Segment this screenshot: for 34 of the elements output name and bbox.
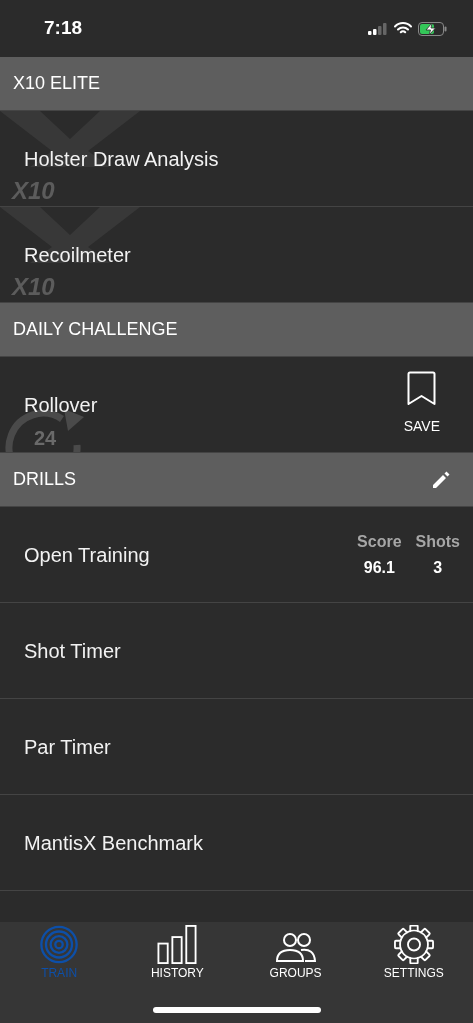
tab-item[interactable]: GROUPS xyxy=(245,925,346,980)
status-time: 7:18 xyxy=(44,16,83,41)
row-label: Shot Timer xyxy=(24,638,121,664)
tab-item[interactable]: HISTORY xyxy=(127,925,228,980)
section-title: DRILLS xyxy=(13,468,77,491)
stat-value: 3 xyxy=(433,557,443,578)
bar-chart-icon xyxy=(156,925,199,964)
pencil-icon xyxy=(431,469,451,490)
list-row[interactable]: Shot Timer xyxy=(0,603,473,699)
gear-icon xyxy=(392,925,435,964)
badge-number: 24 xyxy=(34,427,57,449)
bookmark-icon xyxy=(407,370,437,406)
tab-item[interactable]: SETTINGS xyxy=(363,925,464,980)
wifi-icon xyxy=(394,22,412,35)
stat-value: 96.1 xyxy=(363,557,395,578)
section-title: X10 ELITE xyxy=(13,72,101,95)
list-row[interactable]: MantisX Benchmark xyxy=(0,795,473,891)
row-label: Par Timer xyxy=(24,734,111,760)
row-label: Open Training xyxy=(24,542,150,568)
row-label: MantisX Benchmark xyxy=(24,830,203,856)
save-button[interactable]: SAVE xyxy=(403,370,440,437)
row-label: Rollover xyxy=(24,392,98,418)
row-label: Recoilmeter xyxy=(24,242,131,268)
list-row[interactable]: Par Timer xyxy=(0,699,473,795)
target-icon xyxy=(38,925,81,964)
people-icon xyxy=(275,930,316,964)
edit-button[interactable] xyxy=(431,469,451,490)
stat-label: Score xyxy=(357,531,402,552)
signal-icon xyxy=(368,22,388,35)
section-title: DAILY CHALLENGE xyxy=(13,318,178,341)
row-label: Holster Draw Analysis xyxy=(24,146,219,172)
stat-label: Shots xyxy=(415,531,460,552)
battery-charging-icon xyxy=(418,21,447,36)
list-row[interactable]: Open Training Score 96.1 Shots 3 xyxy=(0,507,473,603)
